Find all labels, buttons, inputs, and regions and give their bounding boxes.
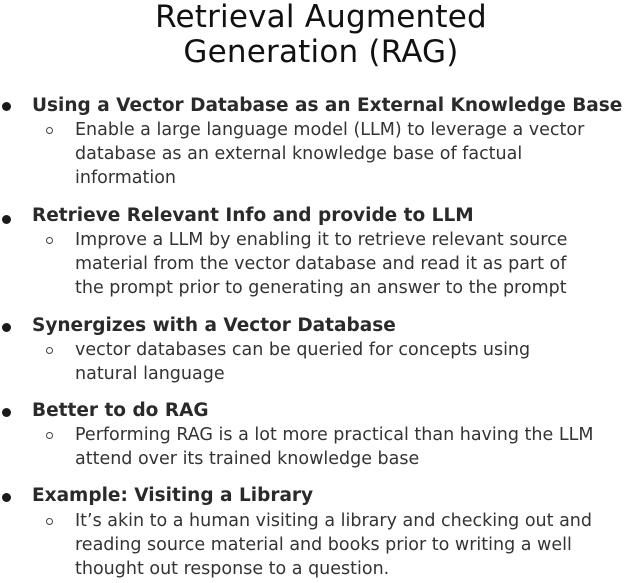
sub-bullet-icon [46, 518, 53, 525]
bullet-dot-icon [2, 215, 11, 224]
sub-bullet-icon [46, 347, 53, 354]
title-line-1: Retrieval Augmented [155, 0, 487, 35]
item-body-line: reading source material and books prior … [75, 535, 572, 555]
item-body-line: Enable a large language model (LLM) to l… [75, 120, 585, 140]
item-body-line: It’s akin to a human visiting a library … [75, 511, 592, 531]
slide-title: Retrieval Augmented Generation (RAG) [0, 0, 642, 70]
bullet-dot-icon [2, 408, 11, 417]
item-body-line: Performing RAG is a lot more practical t… [75, 425, 594, 445]
item-body-line: thought out response to a question. [75, 559, 390, 579]
item-heading: Synergizes with a Vector Database [32, 315, 396, 336]
bullet-dot-icon [2, 493, 11, 502]
item-body-line: database as an external knowledge base o… [75, 144, 523, 164]
item-body-line: natural language [75, 364, 225, 384]
item-heading: Retrieve Relevant Info and provide to LL… [32, 205, 474, 226]
sub-bullet-icon [46, 237, 53, 244]
sub-bullet-icon [46, 127, 53, 134]
item-body-line: information [75, 168, 177, 188]
slide: Retrieval Augmented Generation (RAG) Usi… [0, 0, 642, 583]
sub-bullet-icon [46, 432, 53, 439]
item-heading: Using a Vector Database as an External K… [32, 95, 623, 116]
bullet-dot-icon [2, 323, 11, 332]
item-heading: Example: Visiting a Library [32, 485, 314, 506]
bullet-dot-icon [2, 102, 11, 111]
item-heading: Better to do RAG [32, 400, 209, 421]
title-line-2: Generation (RAG) [183, 34, 459, 70]
item-body-line: attend over its trained knowledge base [75, 449, 420, 469]
item-body-line: material from the vector database and re… [75, 254, 567, 274]
item-body-line: Improve a LLM by enabling it to retrieve… [75, 230, 568, 250]
item-body-line: vector databases can be queried for conc… [75, 340, 531, 360]
item-body-line: the prompt prior to generating an answer… [75, 278, 567, 298]
